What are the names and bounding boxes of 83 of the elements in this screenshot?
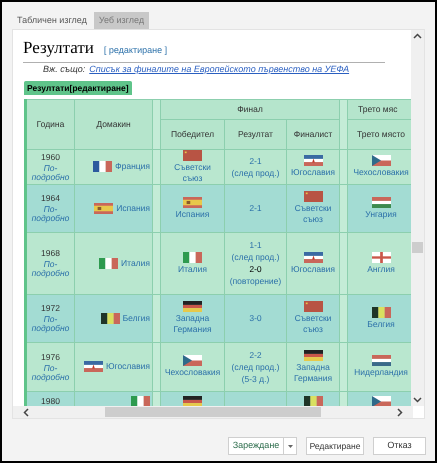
column-header: Трето място — [357, 128, 406, 139]
flag-icon — [183, 150, 202, 160]
details-link[interactable]: По-подробно — [27, 364, 74, 382]
flag-icon — [372, 155, 391, 166]
flag-icon — [131, 396, 150, 406]
country-link[interactable]: Италия — [121, 258, 150, 268]
flag-icon — [304, 252, 322, 262]
year-cell-text: 1964 — [40, 193, 61, 204]
vertical-scrollbar[interactable] — [411, 30, 424, 406]
column-header: Година — [36, 118, 64, 129]
section-heading: Резултати — [23, 37, 94, 59]
flag-icon — [372, 355, 391, 366]
flag-icon — [94, 202, 114, 214]
flag-icon — [372, 252, 391, 262]
scrollbar-thumb[interactable] — [105, 407, 321, 417]
flag-icon — [183, 355, 202, 366]
table-caption: Резултати[редактиране] — [24, 80, 132, 96]
score-link[interactable]: (5-3 д.) — [225, 372, 286, 384]
cancel-button[interactable]: Отказ — [373, 437, 426, 455]
scroll-right-icon[interactable] — [397, 408, 403, 416]
dropdown-button[interactable] — [284, 437, 297, 455]
year-cell-text: 1976 — [40, 352, 61, 362]
flag-icon — [183, 252, 202, 262]
see-also-label: Вж. също: — [43, 64, 86, 74]
column-header: Победител — [170, 128, 214, 139]
country-link[interactable]: Белгия — [362, 318, 400, 330]
flag-icon — [304, 301, 322, 312]
country-link[interactable]: Франция — [115, 161, 150, 172]
column-header: Финалист — [294, 128, 332, 139]
score-link[interactable]: (след прод.) — [225, 360, 286, 372]
details-link[interactable]: По-подробно — [27, 315, 74, 333]
score-link[interactable]: (повторение) — [225, 275, 286, 287]
scrollbar-thumb[interactable] — [412, 242, 424, 253]
score-link[interactable]: 2-1 — [225, 154, 286, 166]
column-header: Домакин — [96, 118, 131, 129]
flag-icon — [183, 301, 202, 312]
details-link[interactable]: По-подробно — [27, 260, 74, 278]
tab[interactable]: Уеб изглед — [94, 12, 150, 29]
country-link[interactable]: Испания — [116, 202, 150, 214]
country-link[interactable]: Испания — [170, 208, 214, 220]
year-cell-text: 1968 — [40, 248, 61, 259]
flag-icon — [183, 396, 202, 406]
flag-icon — [84, 361, 103, 372]
score-text: 2-0 — [248, 263, 263, 275]
country-link[interactable]: Италия — [173, 264, 212, 274]
flag-icon — [372, 196, 391, 208]
flag-icon — [183, 196, 202, 208]
flag-icon — [372, 306, 391, 318]
country-link[interactable]: Югославия — [106, 361, 150, 372]
year-cell-text: 1972 — [40, 303, 61, 314]
edit-link[interactable]: [ редактиране ] — [104, 44, 168, 58]
country-link[interactable]: Унгария — [360, 208, 402, 220]
column-header: Резултат — [238, 128, 273, 139]
column-header: Финал — [237, 104, 263, 114]
country-link[interactable]: Белгия — [122, 312, 150, 324]
edit-button[interactable]: Редактиране — [306, 437, 364, 455]
country-link[interactable]: Югославия — [286, 264, 340, 274]
caret-icon — [288, 444, 292, 448]
score-link[interactable]: 2-2 — [225, 348, 286, 360]
year-cell-text: 1960 — [40, 152, 61, 162]
details-link[interactable]: По-подробно — [27, 205, 74, 223]
year-cell-text: 1980 — [40, 396, 61, 406]
flag-icon — [304, 350, 322, 360]
flag-icon — [93, 161, 112, 172]
flag-icon — [100, 312, 120, 324]
load-button[interactable]: Зареждане — [228, 437, 284, 455]
horizontal-scrollbar[interactable] — [13, 406, 413, 418]
scroll-down-icon[interactable] — [413, 397, 422, 403]
scroll-left-icon[interactable] — [23, 408, 29, 416]
flag-icon — [304, 396, 322, 406]
details-link[interactable]: По-подробно — [27, 164, 74, 182]
column-header: Трето мяс — [358, 104, 398, 114]
country-link[interactable]: Англия — [362, 264, 400, 274]
score-link[interactable]: (след прод.) — [225, 166, 286, 178]
scroll-up-icon[interactable] — [413, 33, 422, 39]
flag-icon — [304, 155, 322, 166]
flag-icon — [99, 258, 118, 268]
see-also-link[interactable]: Списък за финалите на Европейското първенство на УЕФА — [89, 64, 350, 74]
score-link[interactable]: (след прод.) — [225, 251, 286, 263]
tab[interactable]: Табличен изглед — [12, 12, 92, 29]
flag-icon — [304, 191, 322, 202]
score-link[interactable]: 1-1 — [225, 239, 286, 251]
flag-icon — [372, 396, 391, 406]
